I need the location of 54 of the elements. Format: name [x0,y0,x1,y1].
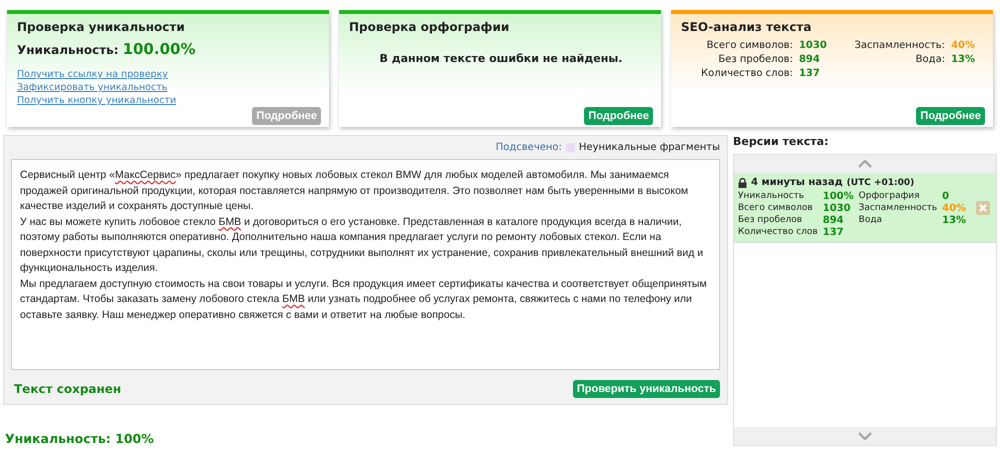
stat-value: 40% [951,40,975,51]
card-title: SEO-анализ текста [681,20,812,34]
stat-value: 13% [942,215,966,226]
stat-value: 0 [942,191,950,202]
stat-label: Уникальность [738,191,806,202]
stat-value: 40% [942,203,966,214]
stat-label: Вода [858,215,884,226]
card-title: Проверка уникальности [17,20,186,34]
version-timezone: (UTC +01:00) [846,178,914,188]
chevron-down-icon [858,432,872,440]
version-time: 4 минуты назад [751,177,843,188]
version-item[interactable]: 4 минуты назад (UTC +01:00) Уникальность 100% Орфография 0 Всего символов 1030 Заспамленность 40% Без пробелов 894 Вода 13% Количество слов 137 [734,173,996,243]
stat-value: 100% [822,191,854,202]
spelling-message: В данном тексте ошибки не найдены. [380,52,622,65]
stat-value: 894 [822,215,845,226]
stat-value: 1030 [822,203,852,214]
stat-label: Без пробелов [738,215,804,226]
stat-label: Количество слов: [701,68,793,79]
delete-icon[interactable] [976,200,990,214]
uniqueness-result: Уникальность: 100% [4,431,155,446]
stat-label: Заспамленность: [854,40,946,51]
stat-label: Вода: [914,54,946,65]
stat-value: 137 [822,227,845,238]
stat-value: 13% [951,54,975,65]
text-paragraph: У нас вы можете купить лобовое стекло БМВ и договориться о его установке. Представленная в каталоге продукция всегда в наличии, поэтому работы выполняются оперативно. Дополнительно наша компания предлагает услуги по ремонту лобовых стекол. Если на поверхности присутствуют царапины, сколы или трещины, сотрудники выполнят их устранение, сохранив привлекательный внешний вид и функциональность изделия. [20,214,704,276]
card-link[interactable]: Зафиксировать уникальность [17,81,168,94]
stat-value: 137 [798,68,821,79]
stat-label: Всего символов: [706,40,793,51]
legend-text: Неуникальные фрагменты [578,142,720,153]
uniqueness-label: Уникальность: [17,43,119,57]
card-link[interactable]: Получить кнопку уникальности [17,94,176,107]
uniqueness-value: 100.00% [122,40,196,58]
card-link[interactable]: Получить ссылку на проверку [17,68,168,81]
details-button[interactable]: Подробнее [584,107,653,125]
stat-value: 1030 [798,40,827,51]
versions-title: Версии текста: [733,135,830,148]
chevron-up-icon [858,160,872,168]
scroll-up-button[interactable] [734,155,996,173]
details-button[interactable]: Подробнее [916,107,985,125]
stat-label: Без пробелов: [717,54,793,65]
stat-label: Заспамленность [858,203,938,214]
text-area[interactable] [11,159,720,370]
text-paragraph: Мы предлагаем доступную стоимость на свои товары и услуги. Вся продукция имеет сертификаты качества и соответствует общепринятым стандартам. Чтобы заказать замену лобового стекла БМВ или узнать подробнее об услугах ремонта, свяжитесь с нами по телефону или оставьте заявку. Наш менеджер оперативно свяжется с вами и ответит на любые вопросы. [20,276,708,322]
legend-label: Подсвечено: [496,142,562,153]
stat-label: Орфография [858,191,921,202]
stat-value: 894 [798,54,821,65]
stat-label: Количество слов [738,227,818,238]
scroll-down-button[interactable] [734,427,996,445]
card-title: Проверка орфографии [349,20,510,34]
check-uniqueness-button[interactable]: Проверить уникальность [572,380,720,398]
text-paragraph: Сервисный центр «МаксСервис» предлагает покупку новых лобовых стекол BMW для любых моделей автомобиля. Мы занимаемся продажей оригинальной продукции, которая поставляется напрямую от производителя. Это позволяет нам быть уверенными в высоком качестве изделий и сохранять доступные цены. [20,168,690,214]
stat-label: Всего символов [738,203,814,214]
save-status: Текст сохранен [14,382,122,396]
lock-icon [738,178,747,188]
